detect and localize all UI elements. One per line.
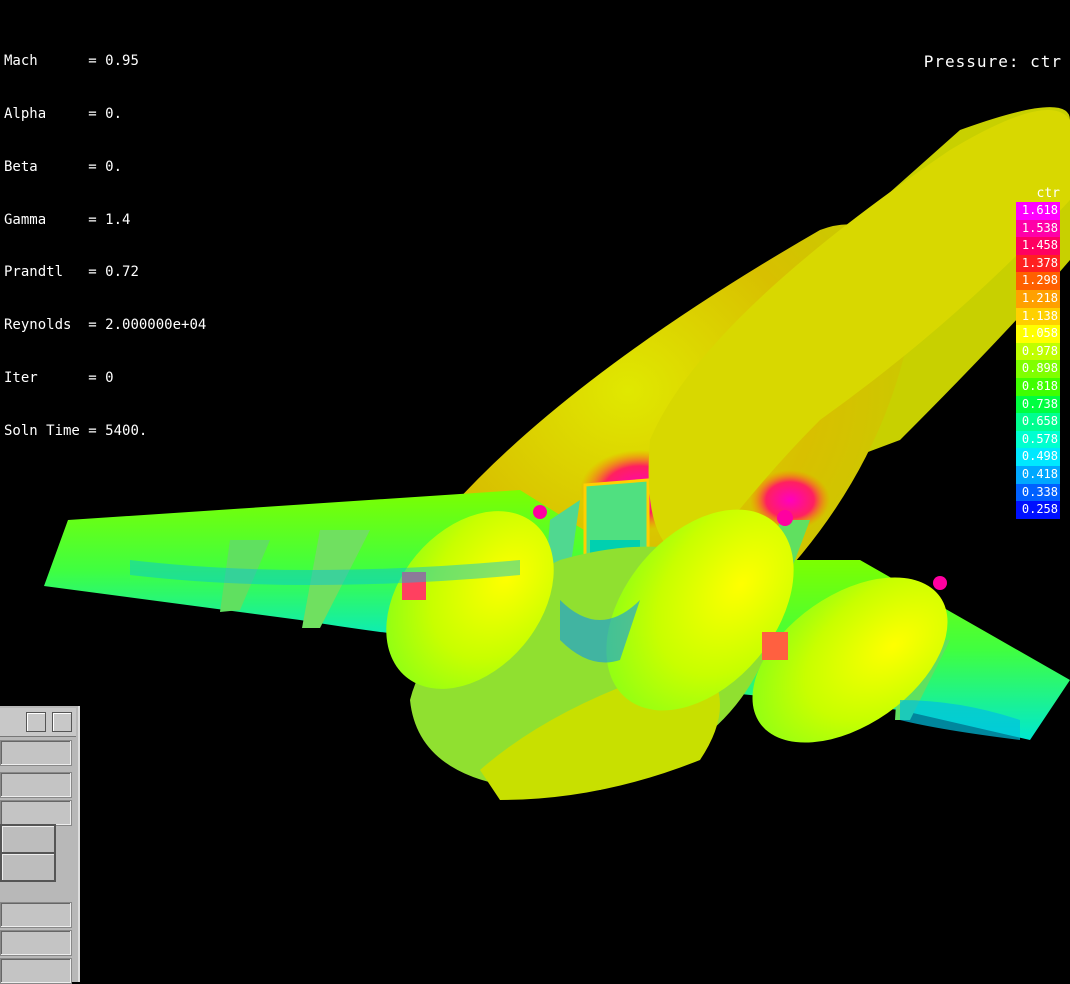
legend-level: 1.458: [1016, 237, 1060, 255]
legend-level: 0.338: [1016, 483, 1060, 502]
param-row-alpha: Alpha = 0.: [4, 105, 123, 122]
legend-level: 0.818: [1016, 377, 1060, 396]
legend-level: 0.738: [1016, 395, 1060, 414]
param-row-beta: Beta = 0.: [4, 158, 123, 175]
panel-titlebar[interactable]: [0, 708, 76, 737]
panel-button[interactable]: [0, 852, 56, 882]
legend-level: 0.258: [1016, 501, 1060, 519]
legend-level: 0.418: [1016, 465, 1060, 484]
legend-level: 1.298: [1016, 272, 1060, 290]
panel-field[interactable]: [0, 902, 72, 928]
control-panel[interactable]: [0, 706, 80, 984]
param-row-soln-time: Soln Time = 5400.: [4, 422, 148, 439]
legend-level: 1.538: [1016, 219, 1060, 238]
panel-button[interactable]: [0, 824, 56, 854]
panel-field[interactable]: [0, 800, 72, 826]
param-row-reynolds: Reynolds = 2.000000e+04: [4, 317, 207, 334]
legend-level: 0.898: [1016, 360, 1060, 378]
param-row-gamma: Gamma = 1.4: [4, 211, 131, 228]
legend-level: 1.138: [1016, 307, 1060, 326]
legend-title: ctr: [1036, 186, 1060, 201]
panel-field[interactable]: [0, 740, 72, 766]
render-viewport[interactable]: Mach = 0.95 Alpha = 0. Beta = 0. Gamma =…: [0, 0, 1070, 984]
panel-field[interactable]: [0, 772, 72, 798]
panel-field[interactable]: [0, 958, 72, 984]
plot-title: Pressure: ctr: [923, 52, 1062, 71]
legend-level: 1.058: [1016, 325, 1060, 343]
param-row-prandtl: Prandtl = 0.72: [4, 264, 139, 281]
maximize-icon[interactable]: [52, 712, 72, 732]
legend-level: 0.658: [1016, 413, 1060, 431]
legend-level: 0.498: [1016, 448, 1060, 466]
legend-level: 1.218: [1016, 289, 1060, 308]
minimize-icon[interactable]: [26, 712, 46, 732]
param-row-mach: Mach = 0.95: [4, 53, 139, 70]
legend-level: 1.378: [1016, 254, 1060, 273]
panel-field[interactable]: [0, 930, 72, 956]
contour-legend: ctr 1.618 1.538 1.458 1.378 1.298 1.218 1.138 1…: [1016, 185, 1060, 519]
flow-parameters: Mach = 0.95 Alpha = 0. Beta = 0. Gamma =…: [4, 18, 206, 475]
legend-level: 1.618: [1016, 202, 1060, 220]
param-row-iter: Iter = 0: [4, 369, 114, 386]
legend-level: 0.978: [1016, 342, 1060, 361]
legend-level: 0.578: [1016, 430, 1060, 449]
